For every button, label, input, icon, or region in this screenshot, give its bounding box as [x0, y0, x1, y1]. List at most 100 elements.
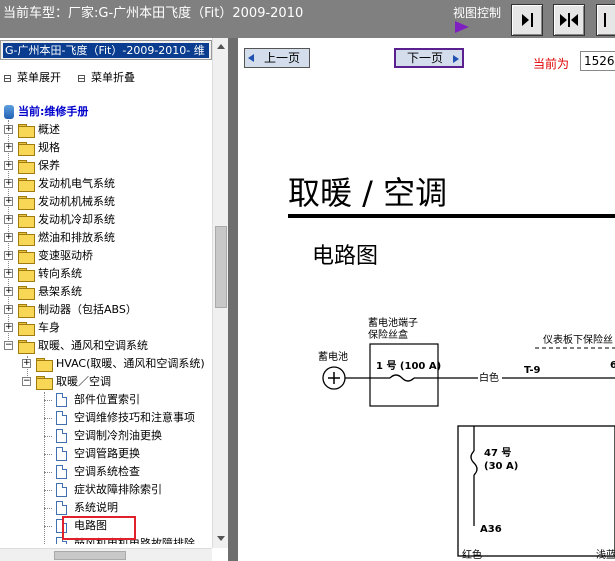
tree-label: 发动机冷却系统 — [38, 213, 115, 226]
scroll-up-icon[interactable] — [217, 44, 225, 49]
tree-document[interactable]: 空调管路更换 — [0, 446, 200, 464]
tree-folder[interactable]: + 发动机电气系统 — [0, 176, 200, 194]
tree-vertical-scrollbar[interactable] — [212, 38, 228, 548]
selection-highlight — [62, 516, 136, 540]
tree-folder[interactable]: + 制动器（包括ABS） — [0, 302, 200, 320]
expand-all-menu[interactable]: 菜单展开 — [4, 69, 61, 85]
arrow-right-bar-icon — [522, 13, 533, 27]
tree-folder[interactable]: + 悬架系统 — [0, 284, 200, 302]
tree-label: 制动器（包括ABS） — [38, 303, 137, 316]
tree-folder[interactable]: + 发动机冷却系统 — [0, 212, 200, 230]
expand-plus-icon[interactable]: + — [4, 143, 13, 152]
expand-plus-icon[interactable]: + — [4, 287, 13, 296]
manual-tree: 当前:维修手册 + 概述 + 规格 + 保养 + 发动机电气系统 + 发动机机械系统 + 发… — [0, 104, 212, 544]
scroll-thumb[interactable] — [54, 551, 126, 560]
expand-plus-icon[interactable]: + — [4, 125, 13, 134]
scroll-thumb[interactable] — [215, 226, 227, 308]
tree-folder[interactable]: + 转向系统 — [0, 266, 200, 284]
expand-plus-icon[interactable]: + — [4, 161, 13, 170]
tree-document[interactable]: 部件位置索引 — [0, 392, 200, 410]
menu-icon — [4, 74, 11, 82]
folder-icon — [18, 304, 35, 318]
previous-page-button[interactable]: 上一页 — [244, 48, 310, 68]
tree-label: 发动机机械系统 — [38, 195, 115, 208]
tree-folder[interactable]: + 发动机机械系统 — [0, 194, 200, 212]
fuse-symbol — [470, 450, 478, 476]
collapse-all-label: 菜单折叠 — [91, 71, 135, 84]
tree-line — [44, 526, 52, 527]
title-rule — [288, 214, 615, 218]
tree-label: 取暖／空调 — [56, 375, 111, 388]
tree-root[interactable]: 当前:维修手册 — [0, 104, 200, 122]
arrow-left-icon — [248, 54, 254, 62]
tree-document[interactable]: 症状故障排除索引 — [0, 482, 200, 500]
fuse-1-label: 1 号 (100 A) — [376, 360, 441, 372]
tree-label: HVAC(取暖、通风和空调系统) — [56, 357, 205, 370]
current-page-label: 当前为 — [533, 57, 570, 71]
expand-plus-icon[interactable]: + — [4, 269, 13, 278]
document-icon — [56, 429, 67, 443]
tree-folder[interactable]: + 变速驱动桥 — [0, 248, 200, 266]
tree-folder[interactable]: + 车身 — [0, 320, 200, 338]
arrow-left-bar-icon — [604, 13, 606, 27]
collapse-minus-icon[interactable]: − — [22, 377, 31, 386]
expand-plus-icon[interactable]: + — [4, 179, 13, 188]
document-icon — [56, 501, 67, 515]
folder-icon — [36, 358, 53, 372]
collapse-all-menu[interactable]: 菜单折叠 — [78, 69, 135, 85]
panel-divider[interactable] — [228, 38, 238, 561]
collapse-minus-icon[interactable]: − — [4, 341, 13, 350]
tree-line — [44, 454, 52, 455]
folder-icon — [18, 322, 35, 336]
tree-folder[interactable]: + 概述 — [0, 122, 200, 140]
tree-document[interactable]: 空调维修技巧和注意事项 — [0, 410, 200, 428]
current-page-input[interactable] — [580, 51, 615, 71]
document-icon — [56, 411, 67, 425]
tree-folder-expanded[interactable]: − 取暖／空调 — [0, 374, 200, 392]
tree-folder[interactable]: + 燃油和排放系统 — [0, 230, 200, 248]
view-split-button[interactable] — [553, 4, 585, 36]
folder-icon — [18, 232, 35, 246]
fuse-box-label: 保险丝盒 — [368, 328, 408, 341]
folder-icon — [18, 142, 35, 156]
next-page-button[interactable]: 下一页 — [394, 48, 464, 68]
tree-line — [44, 472, 52, 473]
expand-plus-icon[interactable]: + — [4, 305, 13, 314]
tree-folder-expanded[interactable]: − 取暖、通风和空调系统 — [0, 338, 200, 356]
tree-horizontal-scrollbar[interactable] — [0, 548, 212, 561]
expand-plus-icon[interactable]: + — [4, 323, 13, 332]
folder-icon — [18, 196, 35, 210]
folder-icon — [18, 178, 35, 192]
document-icon — [56, 393, 67, 407]
view-expand-left-button[interactable] — [596, 4, 615, 36]
panel-header: G-广州本田-飞度（Fit）-2009-2010- 维 — [0, 40, 212, 60]
tree-document[interactable]: 空调系统检查 — [0, 464, 200, 482]
tree-label: 取暖、通风和空调系统 — [38, 339, 148, 352]
wire-color-label: 红色 — [462, 548, 482, 561]
expand-plus-icon[interactable]: + — [4, 197, 13, 206]
arrows-inward-icon — [560, 13, 578, 27]
view-control-arrow-icon[interactable] — [455, 21, 469, 33]
document-icon — [56, 465, 67, 479]
tree-document[interactable]: 空调制冷剂油更换 — [0, 428, 200, 446]
folder-icon — [18, 286, 35, 300]
expand-plus-icon[interactable]: + — [4, 215, 13, 224]
menu-icon — [78, 74, 85, 82]
tree-label: 转向系统 — [38, 267, 82, 280]
connector-label: T-9 — [524, 365, 541, 376]
fuse-box-outline — [369, 343, 439, 407]
tree-label: 空调系统检查 — [74, 465, 140, 478]
scroll-down-icon[interactable] — [217, 536, 225, 541]
expand-plus-icon[interactable]: + — [4, 251, 13, 260]
expand-all-label: 菜单展开 — [17, 71, 61, 84]
tree-folder[interactable]: + 规格 — [0, 140, 200, 158]
tree-folder[interactable]: + HVAC(取暖、通风和空调系统) — [0, 356, 210, 374]
folder-icon — [18, 214, 35, 228]
view-expand-right-button[interactable] — [511, 4, 543, 36]
expand-plus-icon[interactable]: + — [22, 359, 31, 368]
tree-label: 发动机电气系统 — [38, 177, 115, 190]
document-icon — [56, 483, 67, 497]
expand-plus-icon[interactable]: + — [4, 233, 13, 242]
tree-folder[interactable]: + 保养 — [0, 158, 200, 176]
tree-label: 系统说明 — [74, 501, 118, 514]
